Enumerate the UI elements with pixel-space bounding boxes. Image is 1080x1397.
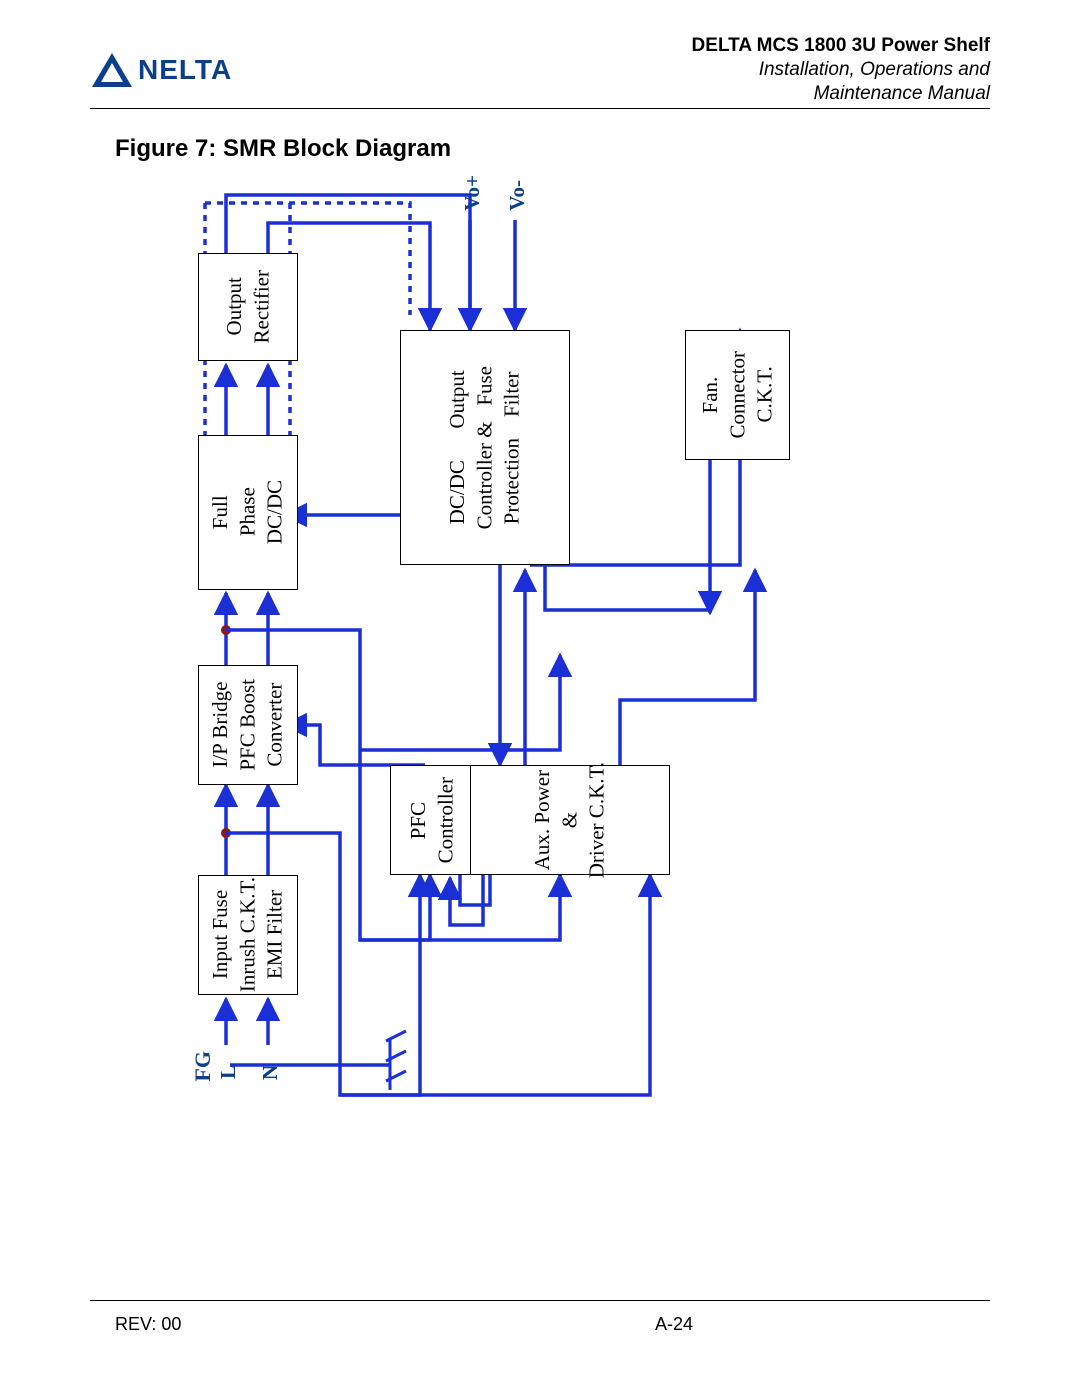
block-aux-power: Aux. Power & Driver C.K.T.: [470, 765, 670, 875]
block-fan-connector: Fan. Connector C.K.T.: [685, 330, 790, 460]
delta-triangle-icon: [90, 51, 134, 89]
label-L: L: [216, 1065, 241, 1079]
block-aux-power-label: Aux. Power & Driver C.K.T.: [529, 762, 611, 878]
footer-rev: REV: 00: [115, 1314, 425, 1335]
page: NELTA DELTA MCS 1800 3U Power Shelf Inst…: [0, 0, 1080, 1397]
block-pfc-controller-label: PFC Controller: [405, 777, 460, 863]
label-Vo-plus: Vo+: [460, 175, 485, 211]
block-pfc-boost-label: I/P Bridge PFC Boost Converter: [207, 679, 289, 771]
doc-title: DELTA MCS 1800 3U Power Shelf: [692, 34, 990, 58]
label-N: N: [258, 1065, 283, 1080]
block-full-phase-label: Full Phase DC/DC: [207, 480, 289, 544]
block-input-filter-label: Input Fuse Inrush C.K.T. EMI Filter: [207, 877, 289, 992]
block-dcdc-controller-label: DC/DC Output Controller & Fuse Protectio…: [444, 366, 526, 529]
block-pfc-boost: I/P Bridge PFC Boost Converter: [198, 665, 298, 785]
brand-logo: NELTA: [90, 51, 232, 89]
page-header: NELTA DELTA MCS 1800 3U Power Shelf Inst…: [90, 40, 990, 100]
block-fan-connector-label: Fan. Connector C.K.T.: [697, 351, 779, 438]
doc-subtitle-1: Installation, Operations and: [692, 58, 990, 82]
block-output-rectifier: Output Rectifier: [198, 253, 298, 361]
block-output-rectifier-label: Output Rectifier: [221, 270, 276, 343]
block-dcdc-controller: DC/DC Output Controller & Fuse Protectio…: [400, 330, 570, 565]
label-FG: FG: [190, 1051, 216, 1082]
block-full-phase: Full Phase DC/DC: [198, 435, 298, 590]
header-rule: [90, 108, 990, 109]
figure-caption: Figure 7: SMR Block Diagram: [115, 135, 451, 163]
doc-title-block: DELTA MCS 1800 3U Power Shelf Installati…: [692, 34, 990, 105]
doc-subtitle-2: Maintenance Manual: [692, 82, 990, 106]
block-pfc-controller: PFC Controller: [390, 765, 475, 875]
block-input-filter: Input Fuse Inrush C.K.T. EMI Filter: [198, 875, 298, 995]
footer-rule: [90, 1300, 990, 1301]
page-footer: REV: 00 A-24: [115, 1314, 965, 1335]
footer-page: A-24: [655, 1314, 965, 1335]
label-Vo-minus: Vo-: [505, 180, 530, 211]
brand-name: NELTA: [138, 54, 232, 86]
block-diagram: Input Fuse Inrush C.K.T. EMI Filter I/P …: [190, 195, 810, 1265]
